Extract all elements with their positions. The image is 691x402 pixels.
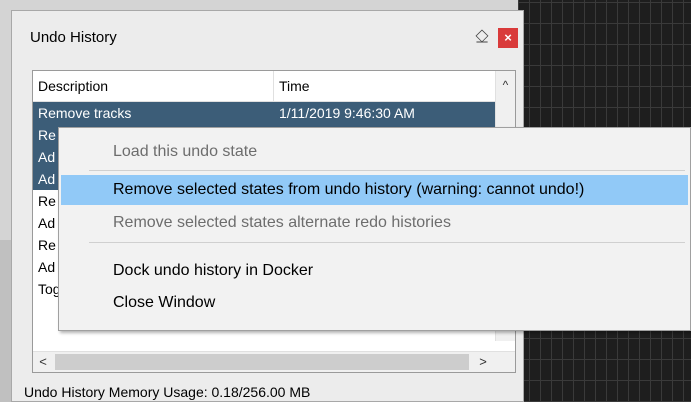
table-row[interactable]: Remove tracks 1/11/2019 9:46:30 AM xyxy=(33,102,497,124)
row-description: Remove tracks xyxy=(38,105,132,121)
menu-separator xyxy=(89,170,685,171)
column-header-time[interactable]: Time xyxy=(274,71,497,101)
close-icon[interactable]: × xyxy=(498,28,518,48)
menu-item-dock-in-docker[interactable]: Dock undo history in Docker xyxy=(61,256,688,286)
menu-item-remove-alternate-redo[interactable]: Remove selected states alternate redo hi… xyxy=(61,208,688,238)
horizontal-scrollbar[interactable]: < > xyxy=(33,351,515,372)
window-title: Undo History xyxy=(30,29,117,46)
title-bar[interactable]: Undo History ⎐ × xyxy=(12,11,523,59)
scroll-thumb[interactable] xyxy=(55,354,469,370)
menu-separator xyxy=(89,242,685,243)
scroll-right-icon[interactable]: > xyxy=(473,352,493,372)
menu-item-remove-selected-states[interactable]: Remove selected states from undo history… xyxy=(61,175,688,205)
row-time: 1/11/2019 9:46:30 AM xyxy=(279,105,415,121)
menu-item-close-window[interactable]: Close Window xyxy=(61,288,688,318)
context-menu: Load this undo state Remove selected sta… xyxy=(58,127,691,331)
pin-icon[interactable]: ⎐ xyxy=(474,25,490,47)
list-header: Description Time xyxy=(33,71,497,102)
scroll-up-icon[interactable]: ^ xyxy=(496,71,515,99)
menu-item-load-undo-state[interactable]: Load this undo state xyxy=(61,137,688,167)
scroll-left-icon[interactable]: < xyxy=(33,352,53,372)
memory-usage-status: Undo History Memory Usage: 0.18/256.00 M… xyxy=(24,384,311,400)
column-header-description[interactable]: Description xyxy=(33,71,274,101)
